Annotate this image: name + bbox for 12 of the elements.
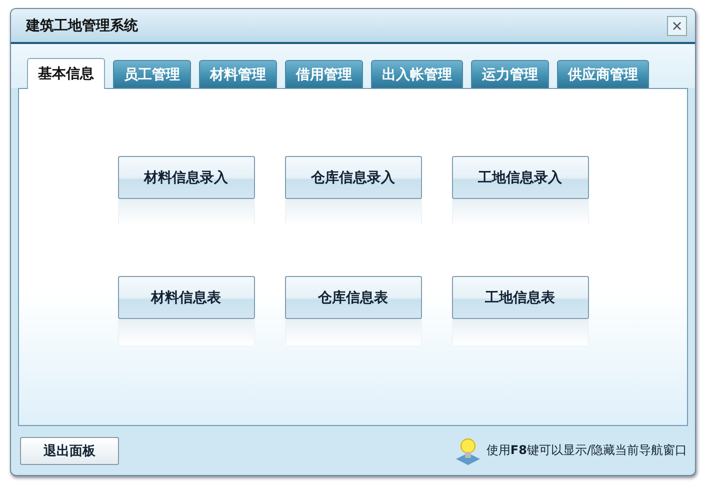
lightbulb-icon <box>454 436 482 466</box>
hint-text: 使用F8键可以显示/隐藏当前导航窗口 <box>486 442 687 459</box>
menu-button[interactable]: 工地信息录入 <box>452 156 588 199</box>
window-title: 建筑工地管理系统 <box>26 16 138 34</box>
exit-button[interactable]: 退出面板 <box>20 436 119 464</box>
menu-button[interactable]: 工地信息表 <box>452 276 588 319</box>
tab[interactable]: 基本信息 <box>27 58 105 89</box>
menu-button[interactable]: 仓库信息录入 <box>284 156 422 199</box>
menu-button[interactable]: 材料信息录入 <box>118 156 254 199</box>
menu-button[interactable]: 仓库信息表 <box>284 276 422 319</box>
close-button[interactable]: × <box>667 16 687 36</box>
menu-button[interactable]: 材料信息表 <box>118 276 254 319</box>
